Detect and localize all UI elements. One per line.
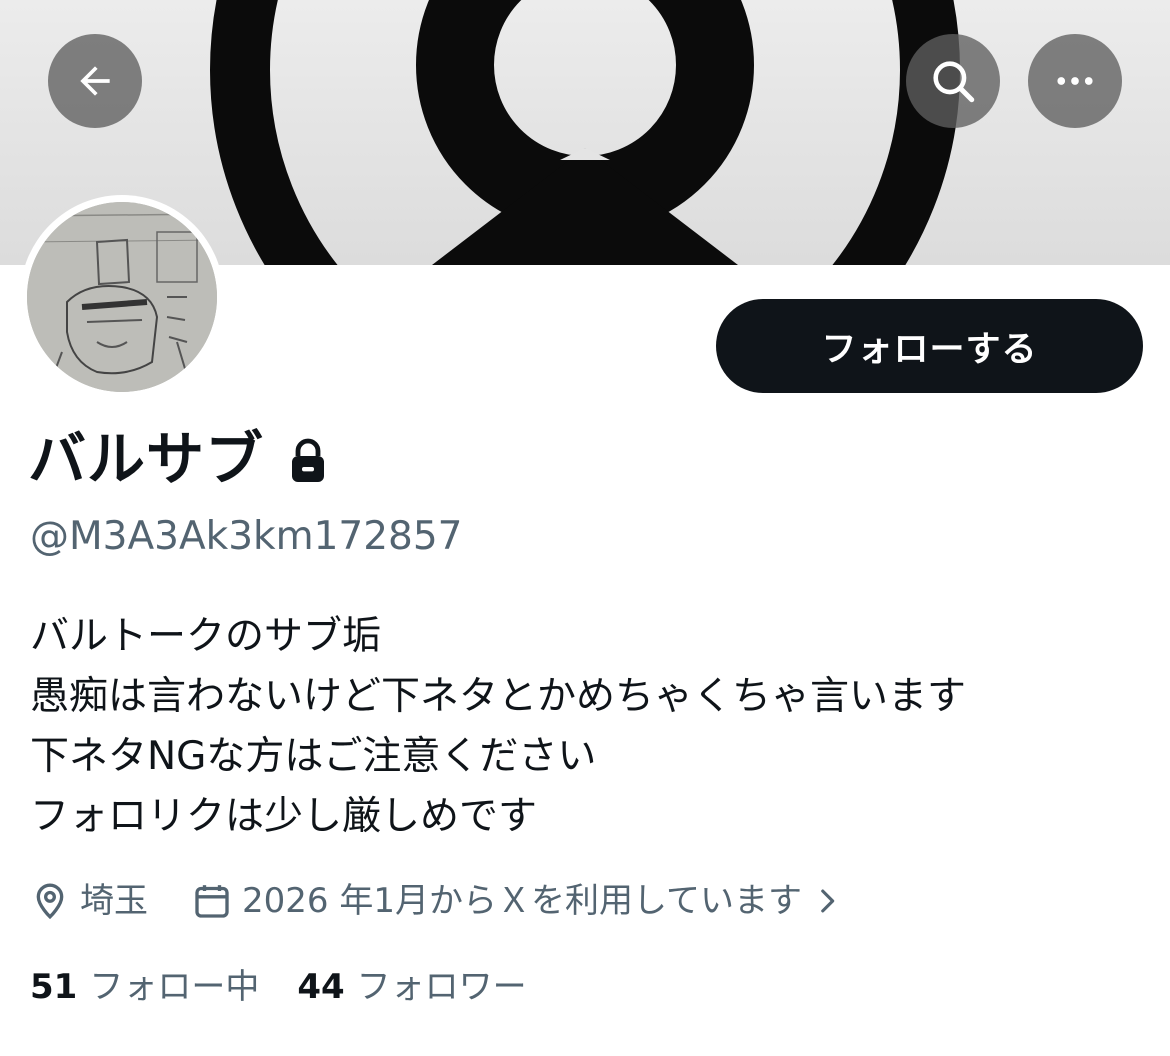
more-dots-icon [1057, 77, 1093, 85]
arrow-left-icon [80, 66, 110, 96]
bio-line: 下ネタNGな方はご注意ください [30, 734, 597, 779]
lock-icon [292, 438, 325, 482]
bio-line: フォロリクは少し厳しめです [30, 794, 538, 839]
back-button[interactable] [48, 34, 142, 128]
following-link[interactable]: 51 フォロー中 [30, 962, 259, 1012]
avatar[interactable] [20, 195, 224, 399]
followers-label: フォロワー [356, 967, 527, 1007]
location-pin-icon [36, 883, 64, 920]
display-name: バルサブ [28, 425, 265, 493]
profile-bio: バルトークのサブ垢 愚痴は言わないけど下ネタとかめちゃくちゃ言います 下ネタNG… [30, 607, 966, 847]
search-icon [933, 61, 975, 103]
more-options-button[interactable] [1028, 34, 1122, 128]
location-item: 埼玉 [30, 876, 148, 926]
joined-text: 2026 年1月からＸを利用しています [242, 881, 802, 921]
follow-stats: 51 フォロー中 44 フォロワー [30, 962, 527, 1012]
following-count: 51 [30, 967, 78, 1007]
search-button[interactable] [906, 34, 1000, 128]
follow-button[interactable]: フォローする [716, 299, 1143, 393]
chevron-right-icon [821, 889, 835, 913]
profile-meta: 埼玉 2026 年1月からＸを利用しています [30, 876, 844, 926]
followers-count: 44 [297, 967, 345, 1007]
followers-link[interactable]: 44 フォロワー [297, 962, 526, 1012]
location-text: 埼玉 [80, 881, 148, 921]
bio-line: 愚痴は言わないけど下ネタとかめちゃくちゃ言います [30, 674, 967, 719]
joined-date-link[interactable]: 2026 年1月からＸを利用しています [192, 876, 844, 926]
avatar-image [27, 202, 217, 392]
bio-line: バルトークのサブ垢 [30, 614, 382, 659]
following-label: フォロー中 [89, 967, 260, 1007]
calendar-icon [195, 885, 229, 918]
username-handle: @M3A3Ak3km172857 [30, 514, 463, 559]
name-row: バルサブ [28, 424, 328, 494]
